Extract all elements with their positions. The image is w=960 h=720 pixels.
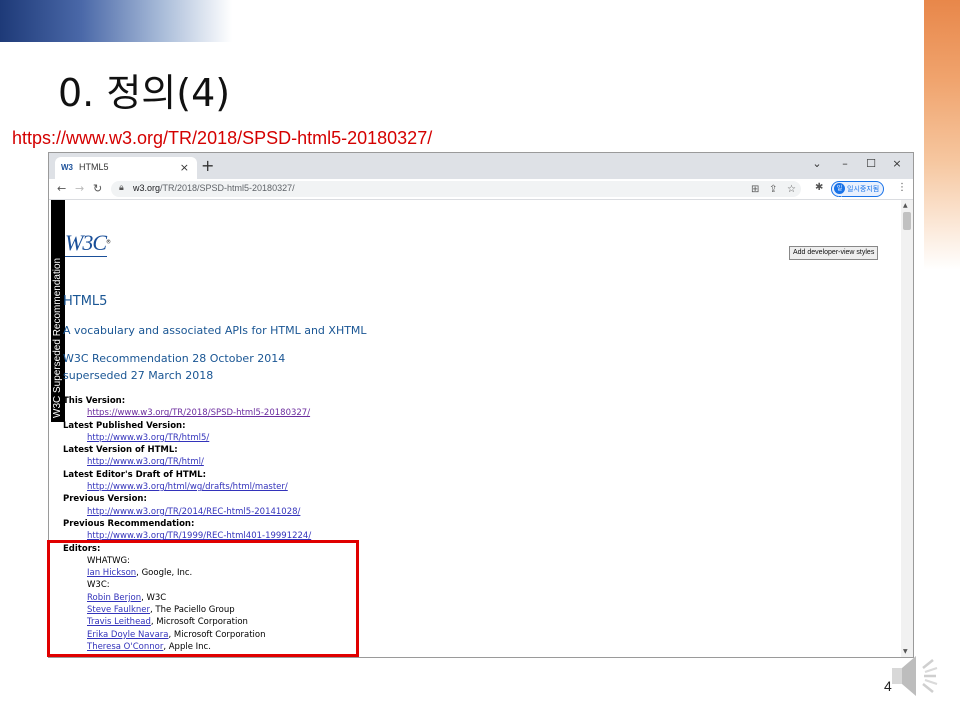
tab-search-icon[interactable]: ⌄	[807, 157, 827, 170]
latest-html-label: Latest Version of HTML:	[63, 445, 178, 456]
previous-version-link[interactable]: http://www.w3.org/TR/2014/REC-html5-2014…	[87, 507, 300, 517]
reload-icon[interactable]: ↻	[93, 182, 102, 195]
editors-highlight-box	[47, 540, 359, 657]
back-icon[interactable]: ←	[57, 182, 66, 195]
latest-editors-draft-link[interactable]: http://www.w3.org/html/wg/drafts/html/ma…	[87, 482, 288, 492]
vertical-scrollbar[interactable]: ▲ ▼	[901, 200, 913, 657]
profile-status: 일시중지됨	[847, 185, 880, 193]
lock-icon[interactable]: 🔒︎	[119, 183, 124, 193]
status-side-banner[interactable]: W3C Superseded Recommendation	[51, 200, 65, 422]
url-text: w3.org/TR/2018/SPSD-html5-20180327/	[133, 183, 295, 193]
extensions-icon[interactable]: ✱	[815, 182, 823, 193]
latest-html-link[interactable]: http://www.w3.org/TR/html/	[87, 457, 204, 467]
avatar: 일시	[834, 183, 845, 203]
previous-recommendation-label: Previous Recommendation:	[63, 518, 195, 529]
spec-superseded: superseded 27 March 2018	[63, 369, 214, 382]
this-version-link[interactable]: https://www.w3.org/TR/2018/SPSD-html5-20…	[87, 408, 310, 418]
bookmark-star-icon[interactable]: ☆	[787, 184, 796, 195]
this-version-label: This Version:	[63, 396, 126, 406]
translate-icon[interactable]: ⊞	[751, 184, 759, 195]
url-host: w3.org	[133, 183, 161, 193]
latest-published-label: Latest Published Version:	[63, 420, 186, 431]
url-path: /TR/2018/SPSD-html5-20180327/	[160, 183, 295, 193]
speaker-icon[interactable]	[888, 650, 944, 702]
previous-version-label: Previous Version:	[63, 494, 147, 505]
tab-title: HTML5	[79, 162, 109, 172]
profile-button[interactable]: 일시일시중지됨	[831, 181, 885, 203]
spec-subtitle: A vocabulary and associated APIs for HTM…	[63, 324, 367, 337]
spec-status: W3C Recommendation 28 October 2014	[63, 352, 286, 365]
forward-icon[interactable]: →	[75, 182, 84, 195]
scroll-up-icon[interactable]: ▲	[903, 202, 908, 209]
latest-editors-draft-label: Latest Editor's Draft of HTML:	[63, 469, 206, 480]
tab-close-icon[interactable]: ×	[180, 161, 189, 174]
slide-right-decoration	[924, 0, 960, 270]
share-icon[interactable]: ⇪	[769, 184, 777, 195]
w3c-logo-text: W3C	[65, 230, 107, 255]
registered-mark: ®	[106, 239, 111, 246]
scrollbar-thumb[interactable]	[903, 212, 911, 230]
close-window-icon[interactable]: ×	[887, 157, 907, 170]
minimize-icon[interactable]: –	[835, 157, 855, 170]
menu-kebab-icon[interactable]: ⋮	[897, 182, 907, 193]
w3c-logo[interactable]: W3C®	[65, 230, 111, 257]
new-tab-icon[interactable]: +	[201, 156, 214, 175]
slide-title: 0. 정의(4)	[58, 71, 231, 115]
tab-bar: W3 HTML5 × + ⌄ – ☐ ×	[49, 153, 913, 179]
w3c-favicon-icon: W3	[61, 163, 73, 172]
spec-title: HTML5	[63, 294, 108, 309]
maximize-icon[interactable]: ☐	[861, 157, 881, 170]
tab-html5[interactable]: W3 HTML5 ×	[55, 157, 197, 179]
latest-published-link[interactable]: http://www.w3.org/TR/html5/	[87, 433, 209, 443]
slide-header-decoration	[0, 0, 232, 42]
url-input[interactable]: 🔒︎ w3.org/TR/2018/SPSD-html5-20180327/ ⊞…	[111, 181, 801, 197]
url-caption: https://www.w3.org/TR/2018/SPSD-html5-20…	[12, 128, 433, 148]
side-banner-text: W3C Superseded Recommendation	[52, 257, 63, 418]
address-bar: ← → ↻ 🔒︎ w3.org/TR/2018/SPSD-html5-20180…	[49, 179, 913, 203]
add-developer-view-styles-button[interactable]: Add developer-view styles	[789, 246, 879, 260]
